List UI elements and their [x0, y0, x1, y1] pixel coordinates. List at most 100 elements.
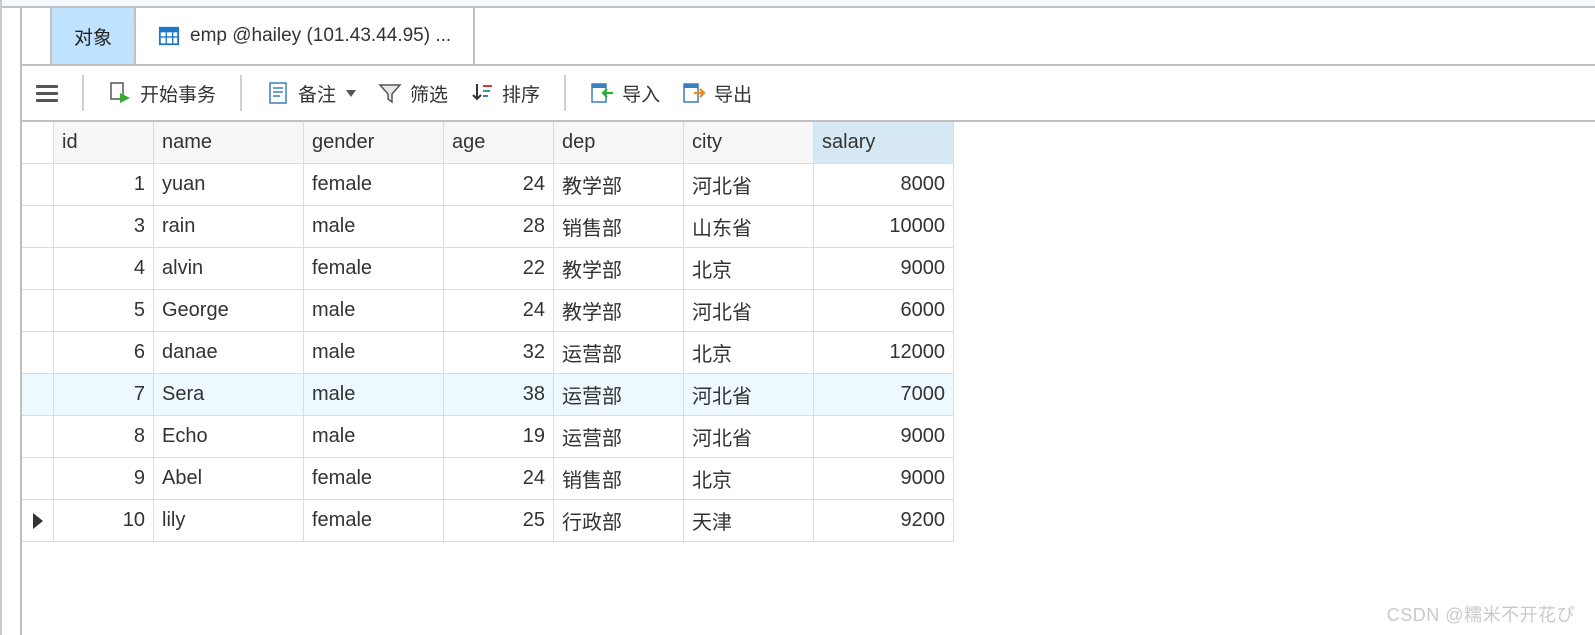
toolbar-separator — [82, 75, 84, 111]
cell-age[interactable]: 19 — [444, 416, 554, 458]
cell-city[interactable]: 北京 — [684, 248, 814, 290]
hamburger-icon — [36, 81, 58, 106]
cell-name[interactable]: Abel — [154, 458, 304, 500]
cell-dep[interactable]: 教学部 — [554, 164, 684, 206]
cell-dep[interactable]: 教学部 — [554, 248, 684, 290]
column-header-id[interactable]: id — [54, 122, 154, 164]
cell-name[interactable]: rain — [154, 206, 304, 248]
cell-id[interactable]: 3 — [54, 206, 154, 248]
cell-gender[interactable]: male — [304, 416, 444, 458]
cell-id[interactable]: 10 — [54, 500, 154, 542]
cell-gender[interactable]: female — [304, 500, 444, 542]
cell-age[interactable]: 38 — [444, 374, 554, 416]
row-gutter[interactable] — [22, 458, 54, 500]
cell-city[interactable]: 山东省 — [684, 206, 814, 248]
sort-button[interactable]: 排序 — [466, 78, 544, 109]
cell-dep[interactable]: 教学部 — [554, 290, 684, 332]
cell-salary[interactable]: 6000 — [814, 290, 954, 332]
row-gutter[interactable] — [22, 374, 54, 416]
cell-city[interactable]: 北京 — [684, 458, 814, 500]
import-button[interactable]: 导入 — [586, 78, 664, 109]
cell-city[interactable]: 河北省 — [684, 290, 814, 332]
column-header-dep[interactable]: dep — [554, 122, 684, 164]
table-icon — [158, 25, 180, 47]
cell-name[interactable]: alvin — [154, 248, 304, 290]
cell-age[interactable]: 22 — [444, 248, 554, 290]
cell-name[interactable]: yuan — [154, 164, 304, 206]
button-label: 排序 — [502, 80, 540, 107]
import-icon — [590, 81, 614, 105]
menu-button[interactable] — [32, 79, 62, 108]
cell-id[interactable]: 4 — [54, 248, 154, 290]
cell-gender[interactable]: male — [304, 374, 444, 416]
cell-name[interactable]: lily — [154, 500, 304, 542]
toolbar-separator — [564, 75, 566, 111]
cell-age[interactable]: 24 — [444, 164, 554, 206]
row-gutter[interactable] — [22, 500, 54, 542]
data-grid[interactable]: idnamegenderagedepcitysalary1yuanfemale2… — [22, 122, 1595, 542]
content-wrap: 对象 emp @hailey (101.43.44.95) ... 开始事务 备… — [20, 8, 1595, 635]
row-gutter[interactable] — [22, 206, 54, 248]
cell-id[interactable]: 8 — [54, 416, 154, 458]
cell-gender[interactable]: male — [304, 332, 444, 374]
column-header-salary[interactable]: salary — [814, 122, 954, 164]
column-header-gender[interactable]: gender — [304, 122, 444, 164]
cell-age[interactable]: 32 — [444, 332, 554, 374]
export-button[interactable]: 导出 — [678, 78, 756, 109]
button-label: 备注 — [298, 80, 336, 107]
cell-salary[interactable]: 9000 — [814, 248, 954, 290]
cell-salary[interactable]: 7000 — [814, 374, 954, 416]
cell-gender[interactable]: female — [304, 248, 444, 290]
cell-name[interactable]: Sera — [154, 374, 304, 416]
cell-gender[interactable]: female — [304, 458, 444, 500]
tab-emp-table[interactable]: emp @hailey (101.43.44.95) ... — [136, 8, 475, 64]
cell-age[interactable]: 24 — [444, 290, 554, 332]
transaction-icon — [108, 81, 132, 105]
cell-id[interactable]: 6 — [54, 332, 154, 374]
cell-dep[interactable]: 运营部 — [554, 374, 684, 416]
cell-id[interactable]: 1 — [54, 164, 154, 206]
cell-dep[interactable]: 运营部 — [554, 416, 684, 458]
cell-salary[interactable]: 10000 — [814, 206, 954, 248]
begin-transaction-button[interactable]: 开始事务 — [104, 78, 220, 109]
cell-gender[interactable]: male — [304, 290, 444, 332]
cell-age[interactable]: 24 — [444, 458, 554, 500]
cell-name[interactable]: danae — [154, 332, 304, 374]
cell-name[interactable]: Echo — [154, 416, 304, 458]
cell-dep[interactable]: 行政部 — [554, 500, 684, 542]
cell-gender[interactable]: male — [304, 206, 444, 248]
cell-age[interactable]: 25 — [444, 500, 554, 542]
cell-dep[interactable]: 销售部 — [554, 458, 684, 500]
column-header-city[interactable]: city — [684, 122, 814, 164]
window-top-edge — [2, 0, 1595, 8]
cell-id[interactable]: 5 — [54, 290, 154, 332]
cell-city[interactable]: 河北省 — [684, 416, 814, 458]
button-label: 导出 — [714, 80, 752, 107]
cell-salary[interactable]: 8000 — [814, 164, 954, 206]
row-gutter[interactable] — [22, 416, 54, 458]
cell-dep[interactable]: 运营部 — [554, 332, 684, 374]
column-header-age[interactable]: age — [444, 122, 554, 164]
cell-salary[interactable]: 9000 — [814, 416, 954, 458]
cell-id[interactable]: 9 — [54, 458, 154, 500]
cell-age[interactable]: 28 — [444, 206, 554, 248]
row-gutter[interactable] — [22, 290, 54, 332]
column-header-name[interactable]: name — [154, 122, 304, 164]
cell-id[interactable]: 7 — [54, 374, 154, 416]
row-gutter[interactable] — [22, 248, 54, 290]
cell-salary[interactable]: 12000 — [814, 332, 954, 374]
memo-button[interactable]: 备注 — [262, 78, 360, 109]
filter-button[interactable]: 筛选 — [374, 78, 452, 109]
cell-gender[interactable]: female — [304, 164, 444, 206]
cell-city[interactable]: 天津 — [684, 500, 814, 542]
cell-salary[interactable]: 9000 — [814, 458, 954, 500]
cell-dep[interactable]: 销售部 — [554, 206, 684, 248]
cell-name[interactable]: George — [154, 290, 304, 332]
cell-city[interactable]: 河北省 — [684, 164, 814, 206]
cell-city[interactable]: 河北省 — [684, 374, 814, 416]
cell-city[interactable]: 北京 — [684, 332, 814, 374]
cell-salary[interactable]: 9200 — [814, 500, 954, 542]
row-gutter[interactable] — [22, 164, 54, 206]
tab-objects[interactable]: 对象 — [50, 8, 136, 64]
row-gutter[interactable] — [22, 332, 54, 374]
